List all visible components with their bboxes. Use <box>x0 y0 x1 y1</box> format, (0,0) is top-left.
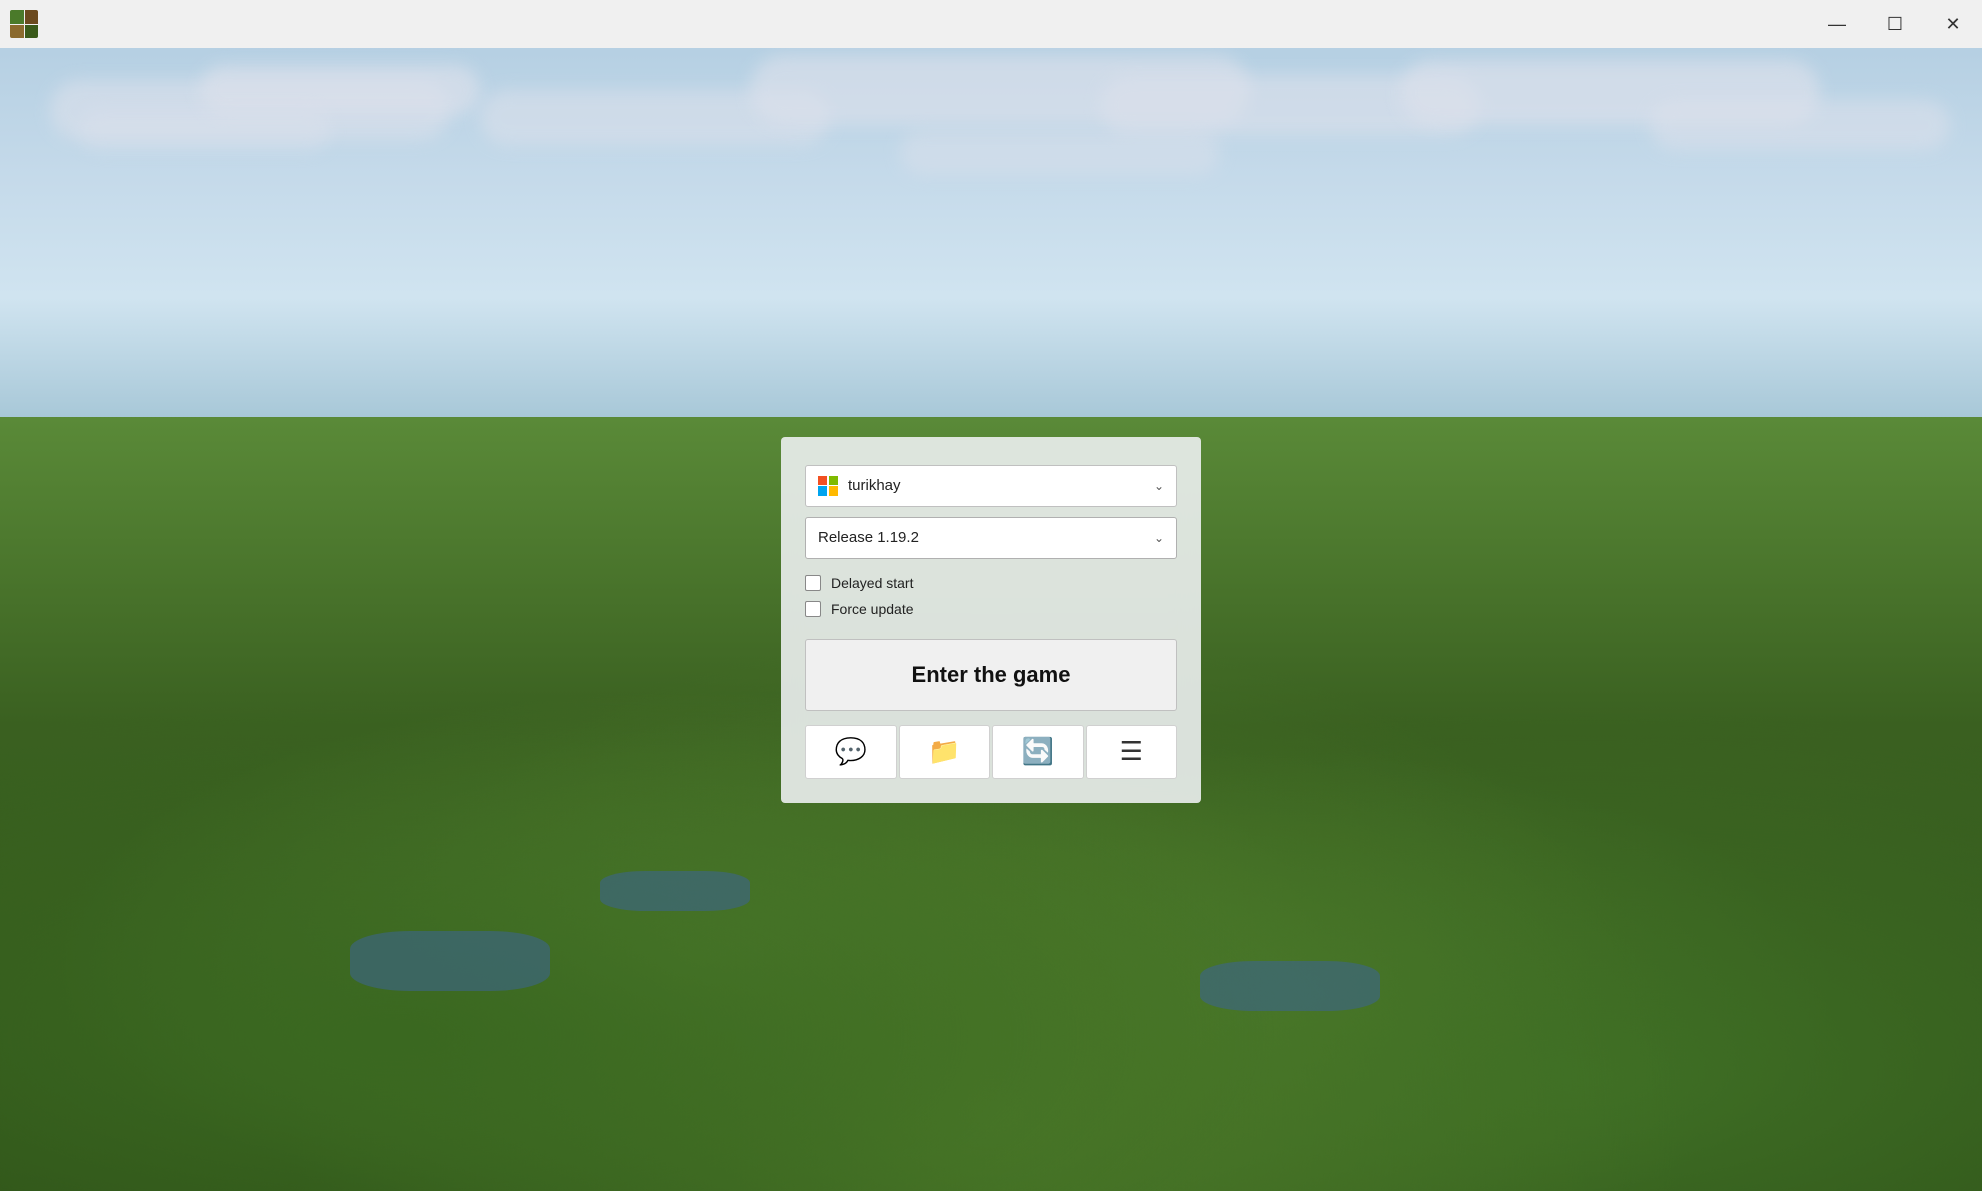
force-update-row[interactable]: Force update <box>805 601 1177 617</box>
refresh-icon: 🔄 <box>1022 736 1054 767</box>
force-update-label: Force update <box>831 601 914 617</box>
account-dropdown-arrow: ⌄ <box>1154 479 1164 493</box>
delayed-start-label: Delayed start <box>831 575 913 591</box>
force-update-checkbox[interactable] <box>805 601 821 617</box>
app-icon <box>0 0 48 48</box>
version-dropdown-arrow: ⌄ <box>1154 531 1164 545</box>
chat-button[interactable]: 💬 <box>805 725 897 779</box>
chat-icon: 💬 <box>835 736 867 767</box>
launcher-dialog: turikhay ⌄ Release 1.19.2 ⌄ Delayed star… <box>781 437 1201 803</box>
microsoft-logo <box>818 476 838 496</box>
water-2 <box>600 871 750 911</box>
version-dropdown[interactable]: Release 1.19.2 ⌄ <box>805 517 1177 559</box>
enter-game-button[interactable]: Enter the game <box>805 639 1177 711</box>
cloud-9 <box>900 130 1220 175</box>
delayed-start-row[interactable]: Delayed start <box>805 575 1177 591</box>
account-name: turikhay <box>848 477 1154 494</box>
refresh-button[interactable]: 🔄 <box>992 725 1084 779</box>
water-3 <box>1200 961 1380 1011</box>
minimize-button[interactable]: — <box>1808 0 1866 48</box>
account-dropdown[interactable]: turikhay ⌄ <box>805 465 1177 507</box>
close-button[interactable]: ✕ <box>1924 0 1982 48</box>
menu-button[interactable]: ☰ <box>1086 725 1178 779</box>
minecraft-icon <box>10 10 38 38</box>
delayed-start-checkbox[interactable] <box>805 575 821 591</box>
hamburger-icon: ☰ <box>1120 736 1143 767</box>
cloud-8 <box>80 110 330 150</box>
folder-icon: 📁 <box>928 736 960 767</box>
bottom-toolbar: 💬 📁 🔄 ☰ <box>805 725 1177 779</box>
version-name: Release 1.19.2 <box>818 529 1154 546</box>
cloud-7 <box>1650 100 1950 150</box>
cloud-2 <box>200 65 480 115</box>
folder-button[interactable]: 📁 <box>899 725 991 779</box>
titlebar: —☐✕ <box>0 0 1982 48</box>
maximize-button[interactable]: ☐ <box>1866 0 1924 48</box>
water-1 <box>350 931 550 991</box>
